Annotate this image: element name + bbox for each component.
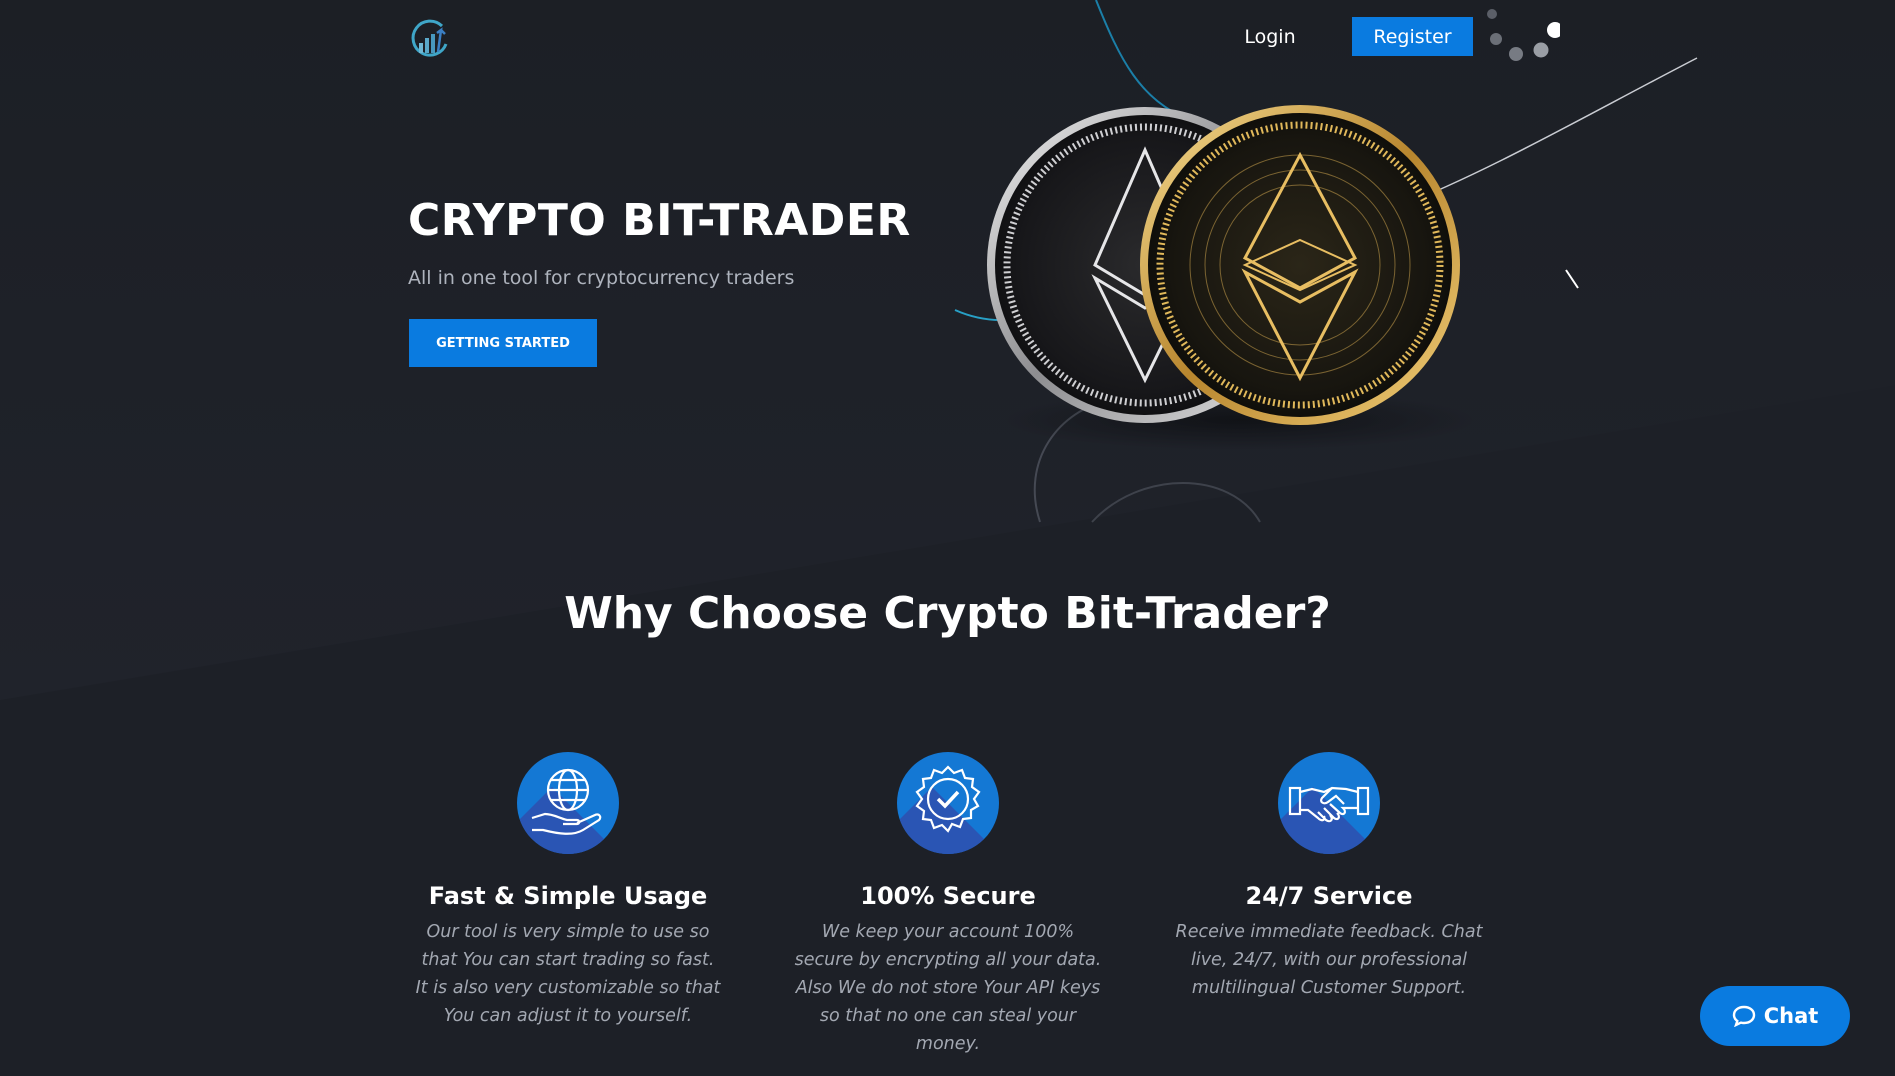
hero-title: CRYPTO BIT-TRADER bbox=[408, 195, 911, 246]
feature-card: 24/7 Service Receive immediate feedback.… bbox=[1164, 752, 1494, 1002]
landing-page: Login Register CRYPTO BIT-TRADER All in … bbox=[0, 0, 1895, 1076]
section-title: Why Choose Crypto Bit-Trader? bbox=[564, 588, 1331, 639]
feature-title: Fast & Simple Usage bbox=[428, 882, 708, 910]
feature-title: 100% Secure bbox=[860, 882, 1036, 910]
hero-subtitle: All in one tool for cryptocurrency trade… bbox=[408, 267, 795, 289]
feature-title: 24/7 Service bbox=[1245, 882, 1413, 910]
chart-growth-logo-icon[interactable] bbox=[408, 18, 450, 60]
feature-description: Our tool is very simple to use so that Y… bbox=[415, 922, 721, 1026]
globe-in-hand-icon bbox=[517, 752, 619, 854]
feature-description: Receive immediate feedback. Chat live, 2… bbox=[1175, 922, 1483, 998]
chat-button[interactable]: Chat bbox=[1700, 986, 1850, 1046]
feature-description: We keep your account 100% secure by encr… bbox=[794, 922, 1102, 1054]
feature-card: 100% Secure We keep your account 100% se… bbox=[783, 752, 1113, 1058]
chat-label: Chat bbox=[1763, 1004, 1819, 1028]
feature-card: Fast & Simple Usage Our tool is very sim… bbox=[403, 752, 733, 1030]
chat-bubble-icon bbox=[1732, 1005, 1755, 1027]
ethereum-coins-illustration bbox=[954, 0, 1698, 523]
handshake-icon bbox=[1278, 752, 1380, 854]
getting-started-button[interactable]: GETTING STARTED bbox=[409, 319, 597, 367]
verified-badge-icon bbox=[897, 752, 999, 854]
